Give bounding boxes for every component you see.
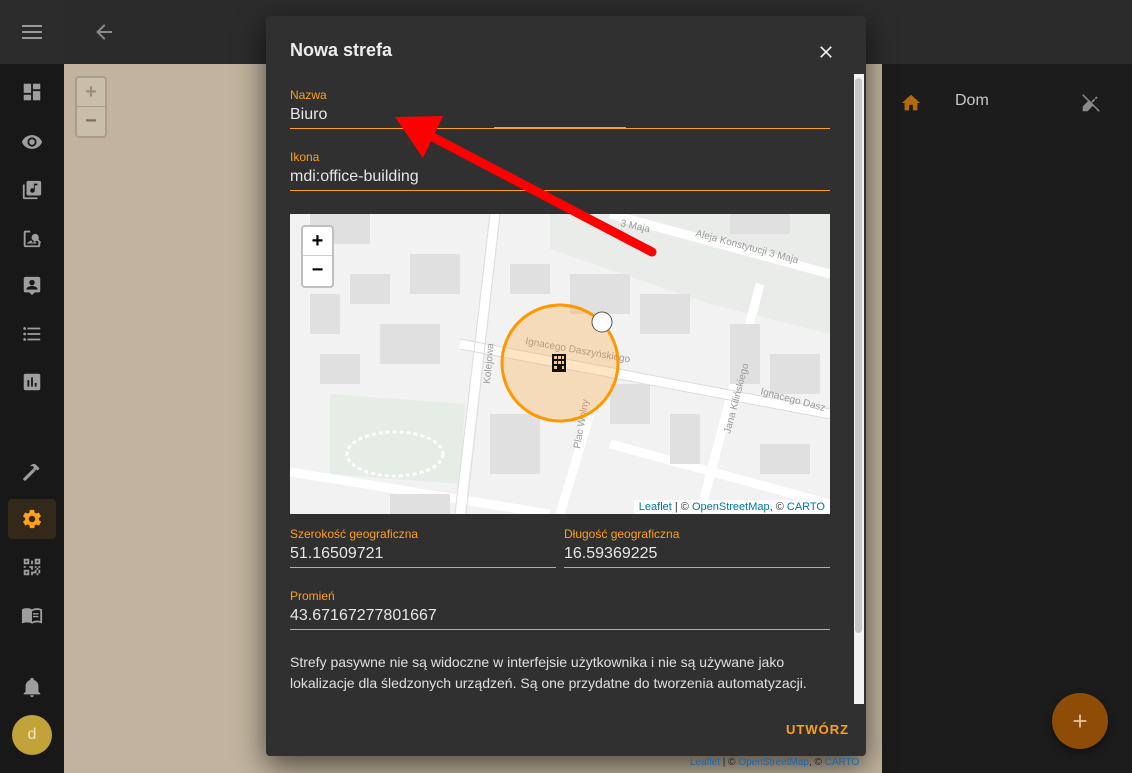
carto-link[interactable]: CARTO <box>787 501 825 513</box>
bg-osm-link[interactable]: OpenStreetMap <box>738 757 809 768</box>
background-zoom-out-button[interactable]: − <box>77 107 105 136</box>
pencil-off-icon[interactable] <box>1080 92 1102 114</box>
hamburger-icon[interactable] <box>22 25 42 39</box>
radius-handle <box>591 311 613 333</box>
sidebar-item-overview[interactable] <box>8 72 56 112</box>
passive-zone-description: Strefy pasywne nie są widoczne w interfe… <box>290 654 807 691</box>
longitude-label: Długość geograficzna <box>564 527 680 541</box>
icon-label: Ikona <box>290 150 320 164</box>
latitude-label: Szerokość geograficzna <box>290 527 419 541</box>
background-zoom-in-button[interactable]: + <box>77 78 105 107</box>
new-zone-dialog: Nowa strefa Nazwa Biuro Ikona mdi:office… <box>266 16 866 756</box>
dialog-scrollbar[interactable] <box>854 74 864 704</box>
create-button[interactable]: UTWÓRZ <box>786 722 849 737</box>
zoom-in-button[interactable]: + <box>303 227 332 256</box>
sidebar-item-logbook[interactable] <box>8 314 56 354</box>
longitude-input[interactable]: 16.59369225 <box>564 545 657 563</box>
scrollbar-thumb[interactable] <box>855 78 862 633</box>
latitude-underline <box>290 567 556 568</box>
eye-icon <box>21 135 43 149</box>
zone-map[interactable]: 3 Maja Aleja Konstytucji 3 Maja Kolejowa… <box>290 214 830 514</box>
bell-icon <box>23 677 41 698</box>
dialog-title: Nowa strefa <box>290 40 393 60</box>
icon-underline <box>290 190 830 191</box>
close-icon[interactable] <box>816 42 836 62</box>
map-zoom-control: + − <box>301 225 334 288</box>
dashboard-icon <box>23 83 41 101</box>
bg-leaflet-link[interactable]: Leaflet <box>690 757 720 768</box>
hammer-icon <box>22 464 40 482</box>
longitude-underline <box>564 567 830 568</box>
sidebar-item-history[interactable] <box>8 362 56 402</box>
zone-list-item-home[interactable]: Dom <box>882 82 1132 122</box>
sidebar-item-qr[interactable] <box>8 547 56 587</box>
attribution-separator-1: | © <box>671 501 692 513</box>
leaflet-link[interactable]: Leaflet <box>639 501 672 513</box>
radius-input[interactable]: 43.67167277801667 <box>290 607 437 625</box>
sidebar-item-map[interactable] <box>8 122 56 162</box>
osm-link[interactable]: OpenStreetMap <box>692 501 770 513</box>
background-map-zoom-control: + − <box>75 76 107 138</box>
media-icon <box>22 180 42 200</box>
zoom-out-button[interactable]: − <box>303 256 332 285</box>
latitude-input[interactable]: 51.16509721 <box>290 545 383 563</box>
account-box-icon <box>23 276 41 296</box>
sidebar-item-images[interactable] <box>8 218 56 258</box>
arrow-left-icon[interactable] <box>92 20 116 44</box>
zone-name: Dom <box>955 92 989 109</box>
sidebar-item-book[interactable] <box>8 595 56 635</box>
name-input[interactable]: Biuro <box>290 106 327 124</box>
sidebar-item-settings[interactable] <box>8 499 56 539</box>
zones-panel: Dom <box>882 64 1132 773</box>
sidebar-header <box>0 0 64 64</box>
sidebar-item-developer-tools[interactable] <box>8 452 56 492</box>
radius-underline <box>290 629 830 630</box>
sidebar-item-notifications[interactable] <box>8 667 56 707</box>
name-label: Nazwa <box>290 88 327 102</box>
attribution-separator-2: , © <box>769 501 787 513</box>
avatar[interactable]: d <box>12 715 52 755</box>
radius-label: Promień <box>290 589 335 603</box>
plus-icon <box>1073 714 1087 728</box>
office-building-icon <box>552 354 566 372</box>
sidebar-item-people[interactable] <box>8 266 56 306</box>
sidebar: d <box>0 0 64 773</box>
name-focus-ripple <box>494 127 626 129</box>
image-search-icon <box>23 230 42 248</box>
cog-icon <box>23 509 42 529</box>
bg-attribution-separator-2: , © <box>808 757 825 768</box>
book-icon <box>21 608 43 624</box>
qrcode-icon <box>23 558 41 576</box>
background-map-attribution: Leaflet | © OpenStreetMap, © CARTO <box>690 757 859 768</box>
map-attribution: Leaflet | © OpenStreetMap, © CARTO <box>633 500 830 514</box>
map-tiles: 3 Maja Aleja Konstytucji 3 Maja Kolejowa… <box>290 214 830 514</box>
add-zone-button[interactable] <box>1052 693 1108 749</box>
bg-attribution-separator-1: | © <box>720 757 739 768</box>
bg-carto-link[interactable]: CARTO <box>825 757 860 768</box>
list-icon <box>23 327 41 341</box>
home-icon <box>901 94 921 111</box>
chart-icon <box>23 373 41 391</box>
icon-input[interactable]: mdi:office-building <box>290 168 419 186</box>
sidebar-item-media[interactable] <box>8 170 56 210</box>
